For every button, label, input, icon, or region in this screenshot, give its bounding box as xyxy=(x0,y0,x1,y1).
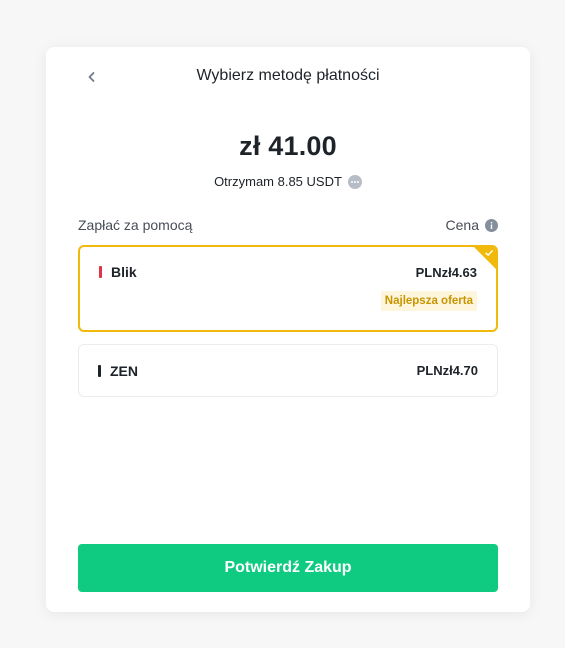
pay-with-label: Zapłać za pomocą xyxy=(78,217,193,233)
header: Wybierz metodę płatności xyxy=(46,63,530,93)
price-label: Cena xyxy=(445,217,479,233)
more-dots-icon[interactable] xyxy=(347,174,362,189)
best-offer-badge: Najlepsza oferta xyxy=(380,291,477,311)
info-icon[interactable] xyxy=(485,218,498,232)
receive-text: Otrzymam 8.85 USDT xyxy=(214,174,342,189)
option-color-bar xyxy=(99,266,102,278)
option-price: PLNzł4.70 xyxy=(416,363,478,378)
payment-method-card: Wybierz metodę płatności zł 41.00 Otrzym… xyxy=(46,47,530,612)
option-color-bar xyxy=(98,365,101,377)
payment-option-zen[interactable]: ZEN PLNzł4.70 xyxy=(78,344,498,397)
page-title: Wybierz metodę płatności xyxy=(196,67,380,84)
check-icon xyxy=(485,250,493,256)
confirm-purchase-button[interactable]: Potwierdź Zakup xyxy=(78,544,498,592)
option-name-text: ZEN xyxy=(110,363,138,379)
payment-amount: zł 41.00 xyxy=(239,131,337,161)
payment-option-blik[interactable]: Blik PLNzł4.63 Najlepsza oferta xyxy=(78,245,498,332)
option-name: ZEN xyxy=(98,363,138,379)
option-name: Blik xyxy=(99,264,137,280)
payment-section-header: Zapłać za pomocą Cena xyxy=(78,217,498,233)
option-name-text: Blik xyxy=(111,264,137,280)
price-header: Cena xyxy=(446,217,498,233)
option-price: PLNzł4.63 xyxy=(415,265,477,280)
receive-summary: Otrzymam 8.85 USDT xyxy=(46,174,530,189)
